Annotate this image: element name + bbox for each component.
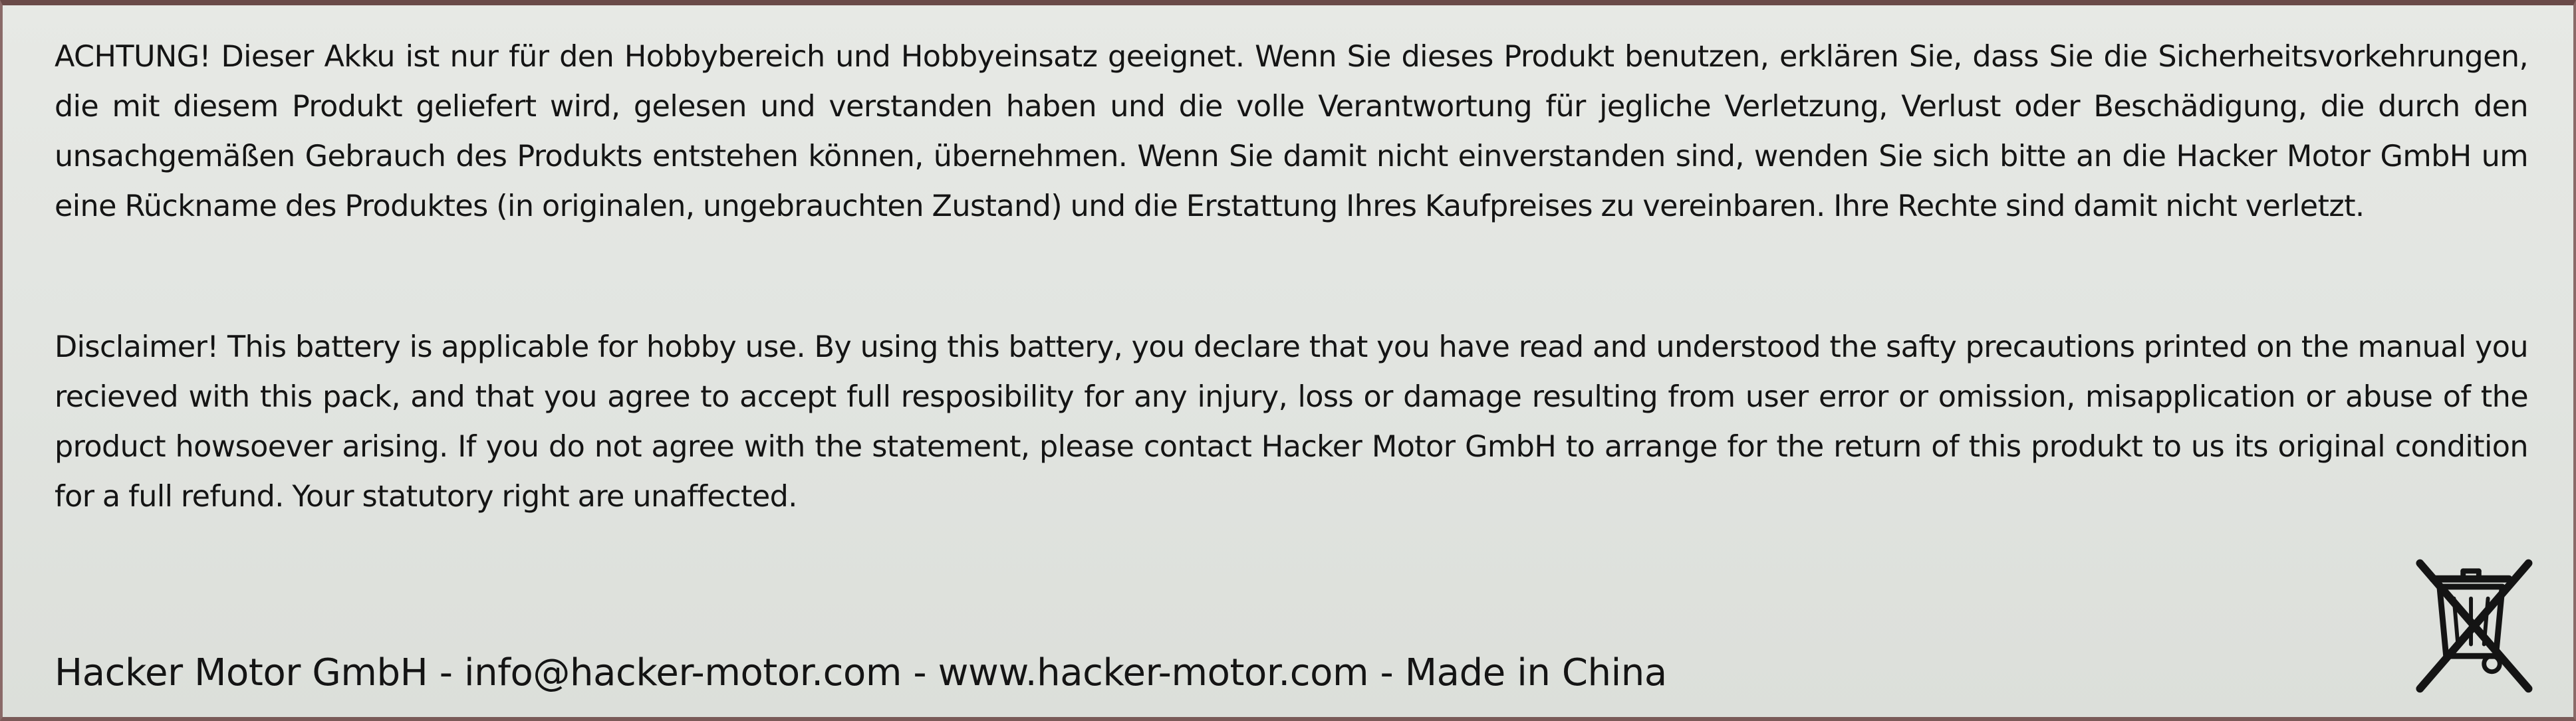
manufacturer-footer: Hacker Motor GmbH - info@hacker-motor.co…	[55, 651, 1667, 694]
battery-label: ACHTUNG! Dieser Akku ist nur für den Hob…	[0, 0, 2576, 721]
warning-text-german: ACHTUNG! Dieser Akku ist nur für den Hob…	[55, 40, 2529, 223]
disclaimer-text-english: Disclaimer! This battery is applicable f…	[55, 330, 2529, 514]
crossed-out-wheelie-bin-icon	[2416, 559, 2533, 693]
